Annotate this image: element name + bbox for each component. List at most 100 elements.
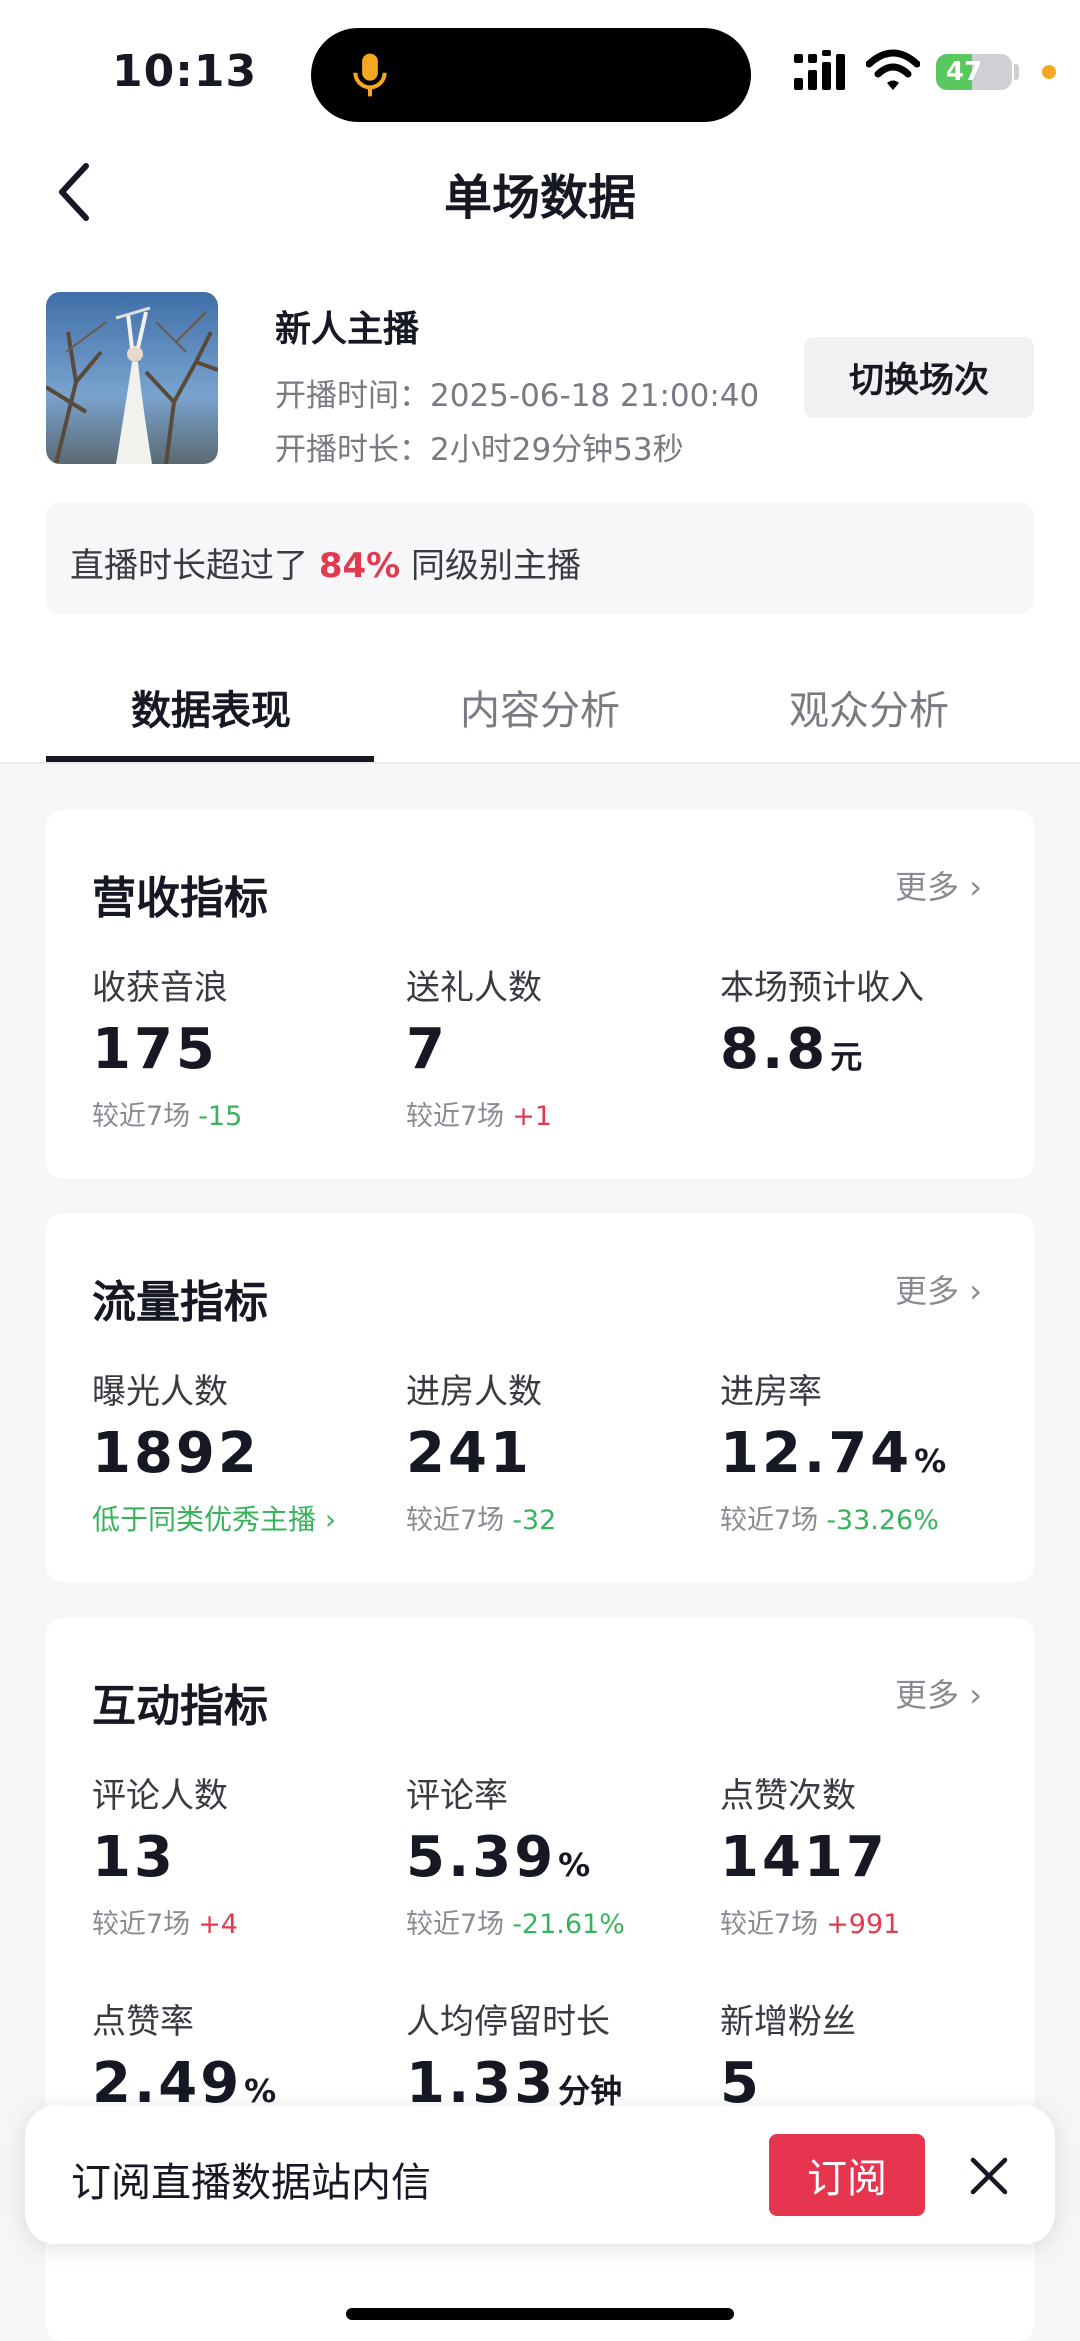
metric-comment-rate[interactable]: 评论率 5.39% 较近7场 -21.61% xyxy=(406,1768,726,1941)
metric-avg-stay-duration[interactable]: 人均停留时长 1.33分钟 xyxy=(406,1994,726,2116)
wifi-icon xyxy=(866,49,920,90)
start-time: 开播时间：2025-06-18 21:00:40 xyxy=(275,378,760,414)
compare-label: 较近7场 xyxy=(92,1909,191,1940)
battery-cap xyxy=(1014,64,1019,80)
metric-value: 12.74% xyxy=(720,1421,1034,1486)
metric-like-rate[interactable]: 点赞率 2.49% xyxy=(92,1994,412,2116)
dynamic-island xyxy=(311,28,751,122)
stream-duration: 开播时长：2小时29分钟53秒 xyxy=(275,432,684,468)
value-number: 5.39 xyxy=(406,1825,557,1890)
live-cover-image xyxy=(46,292,218,464)
traffic-card: 流量指标 更多 › 曝光人数 1892 低于同类优秀主播 › 进房人数 241 … xyxy=(46,1214,1034,1582)
subscribe-banner-text: 订阅直播数据站内信 xyxy=(71,2160,431,2206)
metric-received-sound-wave[interactable]: 收获音浪 175 较近7场 -15 xyxy=(92,960,412,1133)
close-icon[interactable] xyxy=(965,2152,1013,2200)
metric-label: 曝光人数 xyxy=(92,1372,228,1412)
metric-label: 送礼人数 xyxy=(406,968,542,1008)
subscribe-button[interactable]: 订阅 xyxy=(769,2134,925,2216)
metric-value: 1417 xyxy=(720,1825,888,1890)
value-unit: 元 xyxy=(830,1038,863,1076)
metric-new-followers[interactable]: 新增粉丝 5 xyxy=(720,1994,1034,2116)
compare-value: +991 xyxy=(826,1909,901,1940)
anchor-name: 新人主播 xyxy=(275,309,420,350)
benchmark-link[interactable]: 低于同类优秀主播 › xyxy=(92,1498,412,1538)
battery-indicator: 47 xyxy=(936,54,1012,90)
metric-label: 点赞次数 xyxy=(720,1776,856,1816)
metric-room-entries[interactable]: 进房人数 241 较近7场 -32 xyxy=(406,1364,726,1537)
switch-session-button[interactable]: 切换场次 xyxy=(804,337,1034,418)
more-link-interaction[interactable]: 更多 › xyxy=(895,1670,982,1716)
metric-exposure-users[interactable]: 曝光人数 1892 低于同类优秀主播 › xyxy=(92,1364,412,1538)
metric-value: 8.8元 xyxy=(720,1017,1034,1082)
value-unit: % xyxy=(914,1442,947,1480)
metric-value: 5.39% xyxy=(406,1825,726,1890)
compare-value: -33.26% xyxy=(826,1505,939,1536)
metric-compare: 较近7场 -33.26% xyxy=(720,1498,1034,1537)
divider xyxy=(0,762,1080,764)
tab-content-analysis[interactable]: 内容分析 xyxy=(375,678,705,736)
metric-label: 进房率 xyxy=(720,1372,822,1412)
compare-label: 较近7场 xyxy=(406,1505,505,1536)
microphone-icon xyxy=(353,53,387,97)
signal-icon xyxy=(794,50,845,90)
compare-label: 较近7场 xyxy=(406,1101,505,1132)
status-time: 10:13 xyxy=(112,46,258,97)
more-label: 更多 xyxy=(895,868,960,906)
metric-estimated-income[interactable]: 本场预计收入 8.8元 xyxy=(720,960,1034,1082)
metric-compare: 较近7场 +991 xyxy=(720,1902,1034,1941)
value-number: 12.74 xyxy=(720,1421,913,1486)
metric-label: 评论率 xyxy=(406,1776,508,1816)
metric-label: 收获音浪 xyxy=(92,968,228,1008)
metric-entry-rate[interactable]: 进房率 12.74% 较近7场 -33.26% xyxy=(720,1364,1034,1537)
card-title-traffic: 流量指标 xyxy=(92,1277,268,1328)
metric-label: 新增粉丝 xyxy=(720,2002,856,2042)
tab-audience-analysis[interactable]: 观众分析 xyxy=(704,678,1034,736)
compare-label: 较近7场 xyxy=(720,1505,819,1536)
card-title-revenue: 营收指标 xyxy=(92,873,268,924)
revenue-card: 营收指标 更多 › 收获音浪 175 较近7场 -15 送礼人数 7 较近7场 +1… xyxy=(46,810,1034,1178)
value-number: 8.8 xyxy=(720,1017,829,1082)
benchmark-text: 低于同类优秀主播 xyxy=(92,1503,317,1536)
value-unit: % xyxy=(558,1846,591,1884)
compare-label: 较近7场 xyxy=(720,1909,819,1940)
more-link-traffic[interactable]: 更多 › xyxy=(895,1266,982,1312)
metric-compare: 较近7场 +4 xyxy=(92,1902,412,1941)
compare-value: -21.61% xyxy=(512,1909,625,1940)
metric-value: 1892 xyxy=(92,1421,260,1486)
metric-compare: 较近7场 -15 xyxy=(92,1094,412,1133)
more-label: 更多 xyxy=(895,1676,960,1714)
rank-summary-text: 直播时长超过了 84% 同级别主播 xyxy=(70,538,581,587)
compare-value: -32 xyxy=(512,1505,557,1536)
metric-value: 7 xyxy=(406,1017,448,1082)
metric-value: 241 xyxy=(406,1421,532,1486)
metric-label: 评论人数 xyxy=(92,1776,228,1816)
privacy-indicator-dot xyxy=(1042,65,1056,79)
metric-likes[interactable]: 点赞次数 1417 较近7场 +991 xyxy=(720,1768,1034,1941)
metric-label: 点赞率 xyxy=(92,2002,194,2042)
compare-label: 较近7场 xyxy=(92,1101,191,1132)
rank-prefix: 直播时长超过了 xyxy=(70,546,308,586)
value-unit: % xyxy=(244,2072,277,2110)
metric-value: 175 xyxy=(92,1017,218,1082)
battery-percent: 47 xyxy=(945,57,983,87)
rank-suffix: 同级别主播 xyxy=(411,546,582,586)
rank-percent: 84% xyxy=(318,546,401,586)
metric-compare: 较近7场 -32 xyxy=(406,1498,726,1537)
metric-gift-givers[interactable]: 送礼人数 7 较近7场 +1 xyxy=(406,960,726,1133)
chevron-right-icon: › xyxy=(324,1503,337,1536)
metric-label: 本场预计收入 xyxy=(720,968,924,1008)
metric-label: 人均停留时长 xyxy=(406,2002,610,2042)
more-link-revenue[interactable]: 更多 › xyxy=(895,862,982,908)
metric-value: 13 xyxy=(92,1825,176,1890)
metric-compare: 较近7场 +1 xyxy=(406,1094,726,1133)
metric-commenters[interactable]: 评论人数 13 较近7场 +4 xyxy=(92,1768,412,1941)
rank-summary-box: 直播时长超过了 84% 同级别主播 xyxy=(46,502,1034,614)
metric-label: 进房人数 xyxy=(406,1372,542,1412)
compare-value: +1 xyxy=(512,1101,552,1132)
tab-data-performance[interactable]: 数据表现 xyxy=(46,678,376,736)
value-unit: 分钟 xyxy=(558,2072,623,2110)
metric-compare: 较近7场 -21.61% xyxy=(406,1902,726,1941)
more-label: 更多 xyxy=(895,1272,960,1310)
compare-label: 较近7场 xyxy=(406,1909,505,1940)
card-title-interaction: 互动指标 xyxy=(92,1681,268,1732)
